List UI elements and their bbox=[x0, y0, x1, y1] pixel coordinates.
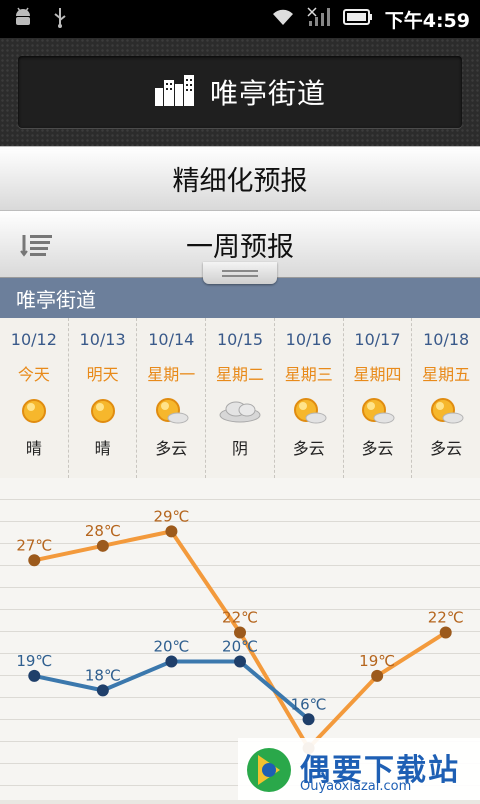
day-condition: 多云 bbox=[292, 439, 325, 458]
day-condition: 多云 bbox=[430, 439, 463, 458]
day-column: 10/17 星期四 多云 bbox=[344, 318, 413, 478]
temperature-label: 22℃ bbox=[222, 609, 258, 627]
usb-icon bbox=[52, 6, 68, 32]
sort-icon[interactable] bbox=[20, 233, 54, 261]
sun-icon bbox=[88, 395, 118, 427]
temperature-point bbox=[96, 684, 109, 697]
location-bar: 唯亭街道 bbox=[0, 278, 480, 318]
day-column: 10/18 星期五 多云 bbox=[412, 318, 480, 478]
day-weekday: 星期三 bbox=[284, 365, 333, 384]
day-condition: 阴 bbox=[232, 439, 249, 458]
temperature-label: 16℃ bbox=[291, 695, 327, 713]
tab-fine-forecast-label: 精细化预报 bbox=[172, 166, 308, 197]
day-weekday: 今天 bbox=[17, 365, 50, 384]
day-date: 10/14 bbox=[148, 330, 195, 349]
day-column: 10/13 明天 晴 bbox=[69, 318, 138, 478]
city-name: 唯亭街道 bbox=[209, 77, 326, 110]
watermark-logo-icon bbox=[244, 745, 294, 799]
temperature-point bbox=[234, 655, 246, 668]
city-header: 唯亭街道 bbox=[0, 38, 480, 146]
day-column: 10/16 星期三 多云 bbox=[275, 318, 344, 478]
day-column: 10/15 星期二 阴 bbox=[206, 318, 275, 478]
temperature-point bbox=[371, 669, 384, 682]
status-bar: 下午4:59 bbox=[0, 0, 480, 38]
day-weekday: 星期四 bbox=[353, 365, 402, 384]
temperature-point bbox=[165, 525, 178, 538]
day-weekday: 星期五 bbox=[422, 365, 471, 384]
drawer-handle[interactable] bbox=[203, 262, 277, 284]
day-date: 10/17 bbox=[354, 330, 401, 349]
city-buildings-icon bbox=[154, 74, 196, 110]
day-date: 10/13 bbox=[79, 330, 126, 349]
partly-cloudy-icon bbox=[153, 395, 189, 427]
partly-cloudy-icon bbox=[359, 395, 395, 427]
day-condition: 晴 bbox=[94, 439, 111, 458]
day-condition: 多云 bbox=[361, 439, 394, 458]
sun-icon bbox=[19, 395, 49, 427]
week-days: 10/12 今天 晴 10/13 明天 晴 10/14 星期一 多云 10/15… bbox=[0, 318, 480, 478]
watermark-url: Ouyaoxiazai.com bbox=[300, 779, 412, 794]
temperature-point bbox=[28, 554, 41, 567]
location-label: 唯亭街道 bbox=[16, 287, 96, 312]
day-weekday: 星期一 bbox=[147, 365, 196, 384]
android-icon bbox=[12, 7, 34, 31]
temperature-label: 27℃ bbox=[16, 536, 52, 554]
day-weekday: 明天 bbox=[86, 365, 119, 384]
cloud-icon bbox=[216, 395, 264, 427]
day-column: 10/14 星期一 多云 bbox=[137, 318, 207, 478]
clock: 下午4:59 bbox=[384, 9, 470, 32]
day-weekday: 星期二 bbox=[216, 365, 265, 384]
temperature-label: 18℃ bbox=[85, 666, 121, 684]
temperature-label: 22℃ bbox=[428, 609, 464, 627]
temperature-point bbox=[96, 539, 109, 552]
city-selector[interactable]: 唯亭街道 bbox=[18, 56, 462, 128]
temperature-label: 20℃ bbox=[222, 637, 258, 655]
day-column: 10/12 今天 晴 bbox=[0, 318, 69, 478]
day-date: 10/12 bbox=[10, 330, 57, 349]
day-date: 10/15 bbox=[216, 330, 264, 349]
tab-week-forecast-label: 一周预报 bbox=[186, 231, 294, 263]
temperature-point bbox=[165, 655, 178, 668]
temperature-point bbox=[28, 669, 41, 682]
partly-cloudy-icon bbox=[291, 395, 327, 427]
temperature-line-1 bbox=[33, 659, 310, 721]
temperature-point bbox=[439, 626, 452, 639]
battery-icon bbox=[342, 9, 373, 29]
signal-icon bbox=[307, 7, 331, 31]
temperature-label: 29℃ bbox=[153, 507, 189, 525]
temperature-label: 19℃ bbox=[16, 652, 52, 670]
day-date: 10/16 bbox=[285, 330, 332, 349]
wifi-icon bbox=[271, 8, 295, 30]
temperature-label: 19℃ bbox=[359, 652, 395, 670]
temperature-label: 20℃ bbox=[153, 637, 189, 655]
day-date: 10/18 bbox=[423, 330, 470, 349]
day-condition: 多云 bbox=[155, 439, 188, 458]
temperature-point bbox=[302, 713, 315, 726]
temperature-label: 28℃ bbox=[85, 522, 121, 540]
day-condition: 晴 bbox=[25, 439, 42, 458]
tab-fine-forecast[interactable]: 精细化预报 bbox=[0, 146, 480, 211]
partly-cloudy-icon bbox=[428, 395, 464, 427]
